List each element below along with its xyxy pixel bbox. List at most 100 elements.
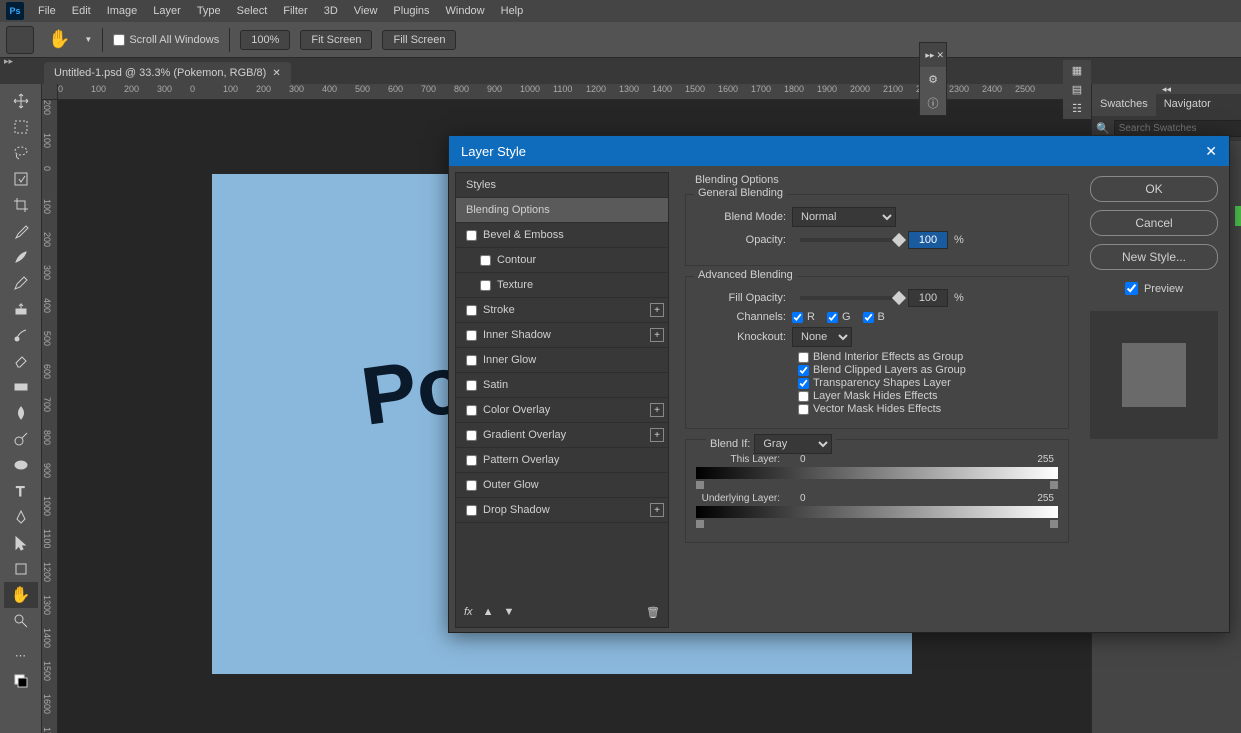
hand-tool-icon[interactable]: ✋ — [44, 29, 74, 50]
float-panel-header[interactable]: ▸▸✕ — [920, 43, 946, 67]
style-texture[interactable]: Texture — [456, 273, 668, 298]
fill-screen-button[interactable]: Fill Screen — [382, 30, 456, 50]
gradient-tool[interactable] — [4, 374, 38, 400]
shape-tool[interactable] — [4, 556, 38, 582]
blend-interior-checkbox[interactable] — [798, 352, 809, 363]
zoom-field[interactable]: 100% — [240, 30, 290, 50]
pen-tool[interactable] — [4, 504, 38, 530]
collapse-panel-icon[interactable]: ◂◂ — [1092, 84, 1241, 94]
blend-mode-select[interactable]: Normal — [792, 207, 896, 227]
vector-mask-hides-checkbox[interactable] — [798, 404, 809, 415]
channel-g-checkbox[interactable] — [827, 312, 838, 323]
dialog-titlebar[interactable]: Layer Style ✕ — [449, 136, 1229, 166]
pencil-tool[interactable] — [4, 270, 38, 296]
style-pattern-overlay[interactable]: Pattern Overlay — [456, 448, 668, 473]
menu-view[interactable]: View — [346, 5, 386, 17]
zoom-tool[interactable] — [4, 608, 38, 634]
channel-r-checkbox[interactable] — [792, 312, 803, 323]
brush-tool[interactable] — [4, 244, 38, 270]
styles-header[interactable]: Styles — [456, 173, 668, 198]
edit-toolbar-icon[interactable]: ⋯ — [4, 642, 38, 668]
add-drop-shadow-icon[interactable]: + — [650, 503, 664, 517]
this-layer-gradient[interactable] — [696, 467, 1058, 479]
lasso-tool[interactable] — [4, 140, 38, 166]
tab-swatches[interactable]: Swatches — [1092, 94, 1156, 116]
panel-icon-3[interactable]: ☷ — [1072, 102, 1082, 115]
close-tab-icon[interactable]: ✕ — [272, 68, 280, 79]
style-inner-glow[interactable]: Inner Glow — [456, 348, 668, 373]
menu-help[interactable]: Help — [493, 5, 532, 17]
ok-button[interactable]: OK — [1090, 176, 1218, 202]
style-blending-options[interactable]: Blending Options — [456, 198, 668, 223]
color-swatches[interactable] — [4, 668, 38, 694]
tab-navigator[interactable]: Navigator — [1156, 94, 1219, 116]
close-dialog-icon[interactable]: ✕ — [1205, 143, 1217, 160]
add-color-overlay-icon[interactable]: + — [650, 403, 664, 417]
add-gradient-overlay-icon[interactable]: + — [650, 428, 664, 442]
dodge-tool[interactable] — [4, 426, 38, 452]
scroll-all-checkbox[interactable]: Scroll All Windows — [113, 34, 219, 46]
style-stroke[interactable]: Stroke+ — [456, 298, 668, 323]
preview-checkbox[interactable] — [1125, 282, 1138, 295]
document-tab[interactable]: Untitled-1.psd @ 33.3% (Pokemon, RGB/8) … — [44, 62, 291, 84]
menu-filter[interactable]: Filter — [275, 5, 315, 17]
menu-edit[interactable]: Edit — [64, 5, 99, 17]
hand-tool[interactable]: ✋ — [4, 582, 38, 608]
move-tool[interactable] — [4, 88, 38, 114]
info-icon[interactable]: ⓘ — [920, 91, 946, 115]
knockout-select[interactable]: None — [792, 327, 852, 347]
style-inner-shadow[interactable]: Inner Shadow+ — [456, 323, 668, 348]
selection-tool[interactable] — [4, 166, 38, 192]
menu-image[interactable]: Image — [99, 5, 146, 17]
fit-screen-button[interactable]: Fit Screen — [300, 30, 372, 50]
underlying-gradient[interactable] — [696, 506, 1058, 518]
channel-b-checkbox[interactable] — [863, 312, 874, 323]
opacity-slider[interactable] — [800, 238, 900, 242]
blur-tool[interactable] — [4, 400, 38, 426]
sponge-tool[interactable] — [4, 452, 38, 478]
fx-icon[interactable]: fx — [464, 606, 473, 618]
trash-icon[interactable]: 🗑 — [646, 606, 660, 619]
eyedropper-tool[interactable] — [4, 218, 38, 244]
floating-properties-panel[interactable]: ▸▸✕ ⚙ ⓘ — [919, 42, 947, 116]
clone-stamp-tool[interactable] — [4, 296, 38, 322]
path-select-tool[interactable] — [4, 530, 38, 556]
cancel-button[interactable]: Cancel — [1090, 210, 1218, 236]
panel-icon-2[interactable]: ▤ — [1072, 83, 1082, 96]
menu-layer[interactable]: Layer — [145, 5, 189, 17]
menu-type[interactable]: Type — [189, 5, 229, 17]
adjustments-icon[interactable]: ⚙ — [920, 67, 946, 91]
menu-3d[interactable]: 3D — [316, 5, 346, 17]
style-gradient-overlay[interactable]: Gradient Overlay+ — [456, 423, 668, 448]
style-outer-glow[interactable]: Outer Glow — [456, 473, 668, 498]
style-satin[interactable]: Satin — [456, 373, 668, 398]
eraser-tool[interactable] — [4, 348, 38, 374]
style-color-overlay[interactable]: Color Overlay+ — [456, 398, 668, 423]
transparency-shapes-checkbox[interactable] — [798, 378, 809, 389]
style-bevel-emboss[interactable]: Bevel & Emboss — [456, 223, 668, 248]
panel-icon-1[interactable]: ▦ — [1072, 64, 1082, 77]
history-brush-tool[interactable] — [4, 322, 38, 348]
fill-opacity-input[interactable] — [908, 289, 948, 307]
type-tool[interactable]: T — [4, 478, 38, 504]
crop-tool[interactable] — [4, 192, 38, 218]
menu-plugins[interactable]: Plugins — [385, 5, 437, 17]
style-drop-shadow[interactable]: Drop Shadow+ — [456, 498, 668, 523]
move-down-icon[interactable]: ▼ — [503, 606, 514, 618]
blend-if-select[interactable]: Gray — [754, 434, 832, 454]
new-style-button[interactable]: New Style... — [1090, 244, 1218, 270]
menu-select[interactable]: Select — [229, 5, 276, 17]
blend-clipped-checkbox[interactable] — [798, 365, 809, 376]
layer-mask-hides-checkbox[interactable] — [798, 391, 809, 402]
tool-preset-dropdown-icon[interactable]: ▼ — [84, 35, 92, 44]
collapse-toolbar-icon[interactable]: ▸▸ — [4, 56, 13, 67]
style-contour[interactable]: Contour — [456, 248, 668, 273]
add-stroke-icon[interactable]: + — [650, 303, 664, 317]
home-button[interactable] — [6, 26, 34, 54]
menu-window[interactable]: Window — [438, 5, 493, 17]
marquee-tool[interactable] — [4, 114, 38, 140]
move-up-icon[interactable]: ▲ — [483, 606, 494, 618]
add-inner-shadow-icon[interactable]: + — [650, 328, 664, 342]
menu-file[interactable]: File — [30, 5, 64, 17]
fill-opacity-slider[interactable] — [800, 296, 900, 300]
